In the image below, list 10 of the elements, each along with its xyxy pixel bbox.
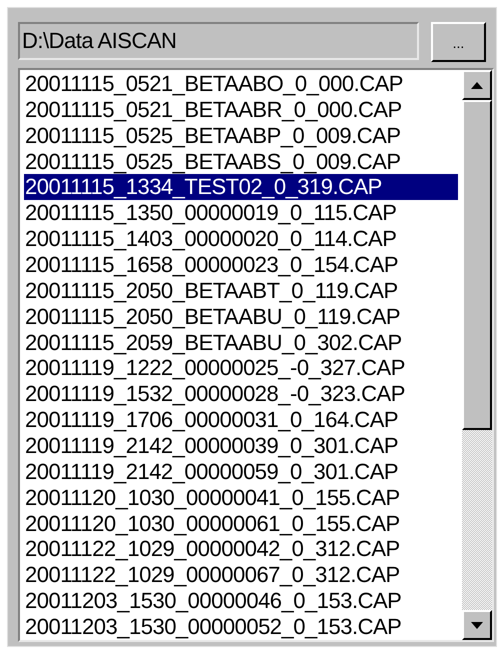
scrollbar[interactable] [462,70,492,640]
scroll-down-button[interactable] [462,610,492,640]
up-arrow-icon [471,82,483,88]
file-list-item[interactable]: 20011115_1334_TEST02_0_319.CAP [24,174,458,200]
browse-button[interactable]: ... [430,22,486,62]
scroll-thumb[interactable] [462,100,492,430]
path-text: D:\Data AISCAN [22,30,176,52]
path-field[interactable]: D:\Data AISCAN [18,22,419,60]
scroll-up-button[interactable] [462,70,492,100]
down-arrow-icon [471,622,483,628]
